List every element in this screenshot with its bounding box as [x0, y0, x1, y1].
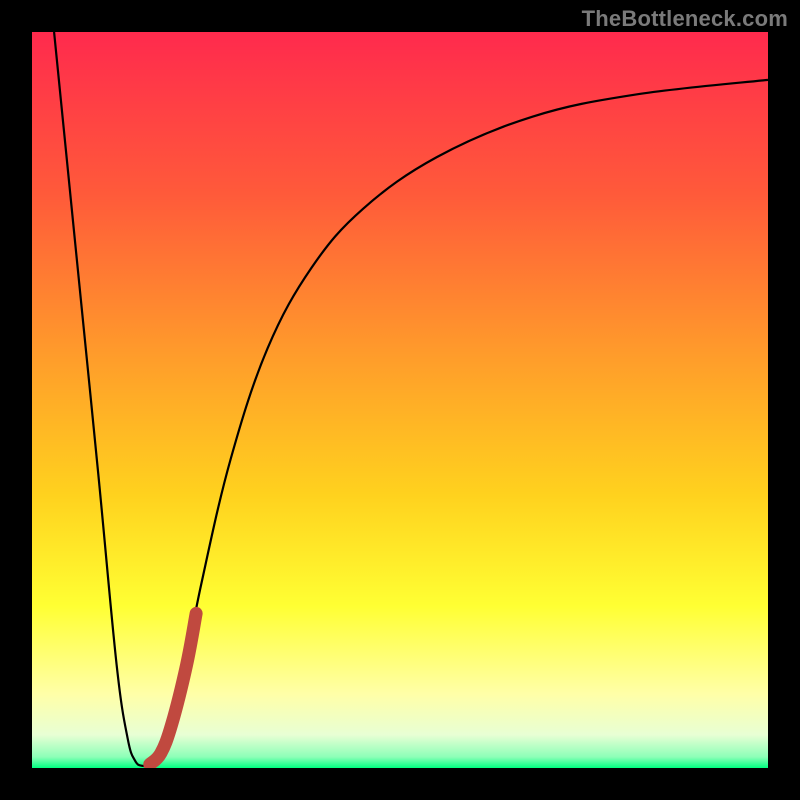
gradient-background [32, 32, 768, 768]
plot-area [32, 32, 768, 768]
watermark-text: TheBottleneck.com [582, 6, 788, 32]
chart-canvas [32, 32, 768, 768]
chart-frame: TheBottleneck.com [0, 0, 800, 800]
